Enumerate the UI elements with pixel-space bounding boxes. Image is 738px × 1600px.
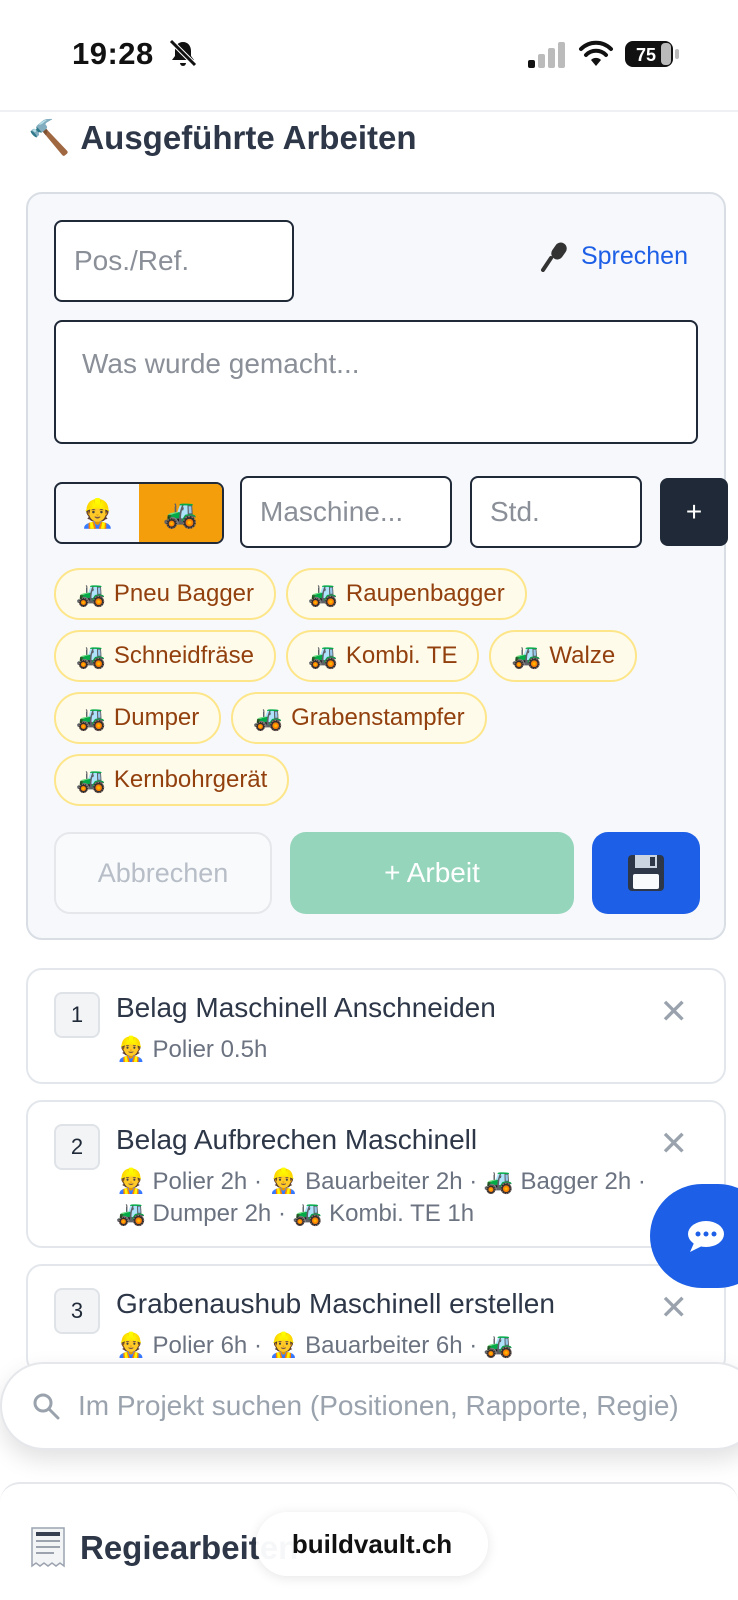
chip-label: Kombi. TE — [345, 642, 458, 669]
battery-level: 75 — [636, 45, 656, 65]
bell-muted-icon — [169, 39, 197, 67]
pos-ref-input[interactable]: Pos./Ref. — [54, 220, 294, 302]
work-item[interactable]: 3 Grabenaushub Maschinell erstellen 👷 Po… — [26, 1264, 726, 1374]
save-button[interactable] — [592, 832, 700, 914]
machine-chip[interactable]: 🚜 Schneidfräse — [54, 630, 276, 682]
item-number: 1 — [54, 992, 100, 1038]
url-bar[interactable]: buildvault.ch — [256, 1512, 488, 1576]
speak-button[interactable]: Sprechen — [539, 240, 688, 272]
tractor-icon: 🚜 — [308, 580, 338, 608]
item-number: 2 — [54, 1124, 100, 1170]
receipt-icon — [31, 1527, 65, 1568]
chip-label: Walze — [549, 642, 616, 669]
section-title: 🔨 Ausgeführte Arbeiten — [28, 118, 416, 158]
pos-ref-placeholder: Pos./Ref. — [74, 245, 190, 276]
cellular-signal-icon — [528, 42, 565, 68]
chip-label: Grabenstampfer — [291, 704, 465, 731]
tractor-icon: 🚜 — [76, 642, 106, 670]
tractor-icon: 🚜 — [76, 580, 106, 608]
status-bar: 19:28 75 — [0, 0, 738, 112]
item-title: Belag Aufbrechen Maschinell — [116, 1124, 478, 1155]
machine-chip[interactable]: 🚜 Dumper — [54, 692, 222, 744]
hours-placeholder: Std. — [490, 496, 540, 527]
tractor-icon: 🚜 — [511, 642, 542, 670]
chip-label: Dumper — [113, 704, 200, 731]
chip-label: Pneu Bagger — [113, 580, 254, 607]
microphone-icon — [540, 242, 567, 272]
machine-chip[interactable]: 🚜 Raupenbagger — [286, 568, 527, 620]
hammer-icon: 🔨 — [28, 119, 71, 157]
machine-toggle-icon[interactable]: 🚜 — [139, 484, 222, 542]
item-title: Belag Maschinell Anschneiden — [116, 992, 496, 1023]
cancel-button[interactable]: Abbrechen — [54, 832, 272, 914]
tractor-icon: 🚜 — [253, 704, 284, 732]
project-search-input[interactable]: Im Projekt suchen (Positionen, Rapporte,… — [0, 1362, 738, 1450]
chat-bubble-icon — [688, 1221, 724, 1252]
machine-chip[interactable]: 🚜 Pneu Bagger — [54, 568, 276, 620]
floppy-disk-icon — [628, 855, 664, 891]
item-detail: 👷 Polier 6h · 👷 Bauarbeiter 6h · 🚜 — [116, 1332, 514, 1359]
delete-item-icon[interactable]: ✕ — [660, 1124, 689, 1164]
hours-input[interactable]: Std. — [470, 476, 642, 548]
chip-label: Schneidfräse — [113, 642, 254, 669]
description-placeholder: Was wurde gemacht... — [82, 348, 360, 379]
machine-chip[interactable]: 🚜 Walze — [489, 630, 638, 682]
tractor-icon: 🚜 — [76, 766, 106, 794]
item-number: 3 — [54, 1288, 100, 1334]
machine-input[interactable]: Maschine... — [240, 476, 452, 548]
chip-label: Kernbohrgerät — [113, 766, 268, 793]
machine-chip-list: 🚜 Pneu Bagger 🚜 Raupenbagger 🚜 Schneidfräse… — [54, 568, 714, 806]
description-textarea[interactable]: Was wurde gemacht... — [54, 320, 698, 444]
work-entry-form: Pos./Ref. Sprechen Was wurde gemacht... … — [26, 192, 728, 940]
search-placeholder: Im Projekt suchen (Positionen, Rapporte,… — [78, 1390, 679, 1421]
status-time: 19:28 — [72, 36, 154, 71]
worker-machine-toggle[interactable]: 👷 🚜 — [54, 482, 224, 544]
section-title-text: Ausgeführte Arbeiten — [80, 119, 417, 156]
machine-chip[interactable]: 🚜 Kombi. TE — [285, 630, 480, 682]
machine-placeholder: Maschine... — [260, 496, 404, 527]
delete-item-icon[interactable]: ✕ — [660, 992, 689, 1032]
add-entry-button[interactable]: + — [660, 478, 728, 546]
item-detail: 👷 Polier 0.5h — [116, 1036, 268, 1063]
work-item[interactable]: 1 Belag Maschinell Anschneiden 👷 Polier … — [26, 968, 726, 1084]
machine-chip[interactable]: 🚜 Grabenstampfer — [231, 692, 487, 744]
worker-toggle-icon[interactable]: 👷 — [56, 484, 139, 542]
search-icon — [33, 1393, 60, 1420]
tractor-icon: 🚜 — [76, 704, 106, 732]
wifi-icon — [579, 40, 613, 66]
speak-label: Sprechen — [580, 241, 688, 270]
work-item[interactable]: 2 Belag Aufbrechen Maschinell 👷 Polier 2… — [26, 1100, 726, 1248]
item-detail: 👷 Polier 2h · 👷 Bauarbeiter 2h · 🚜 Bagge… — [116, 1168, 646, 1227]
add-work-button[interactable]: + Arbeit — [290, 832, 574, 914]
delete-item-icon[interactable]: ✕ — [660, 1288, 689, 1328]
tractor-icon: 🚜 — [307, 642, 338, 670]
chip-label: Raupenbagger — [345, 580, 505, 607]
battery-icon: 75 — [625, 41, 679, 67]
machine-chip[interactable]: 🚜 Kernbohrgerät — [54, 754, 290, 806]
item-title: Grabenaushub Maschinell erstellen — [116, 1288, 555, 1319]
